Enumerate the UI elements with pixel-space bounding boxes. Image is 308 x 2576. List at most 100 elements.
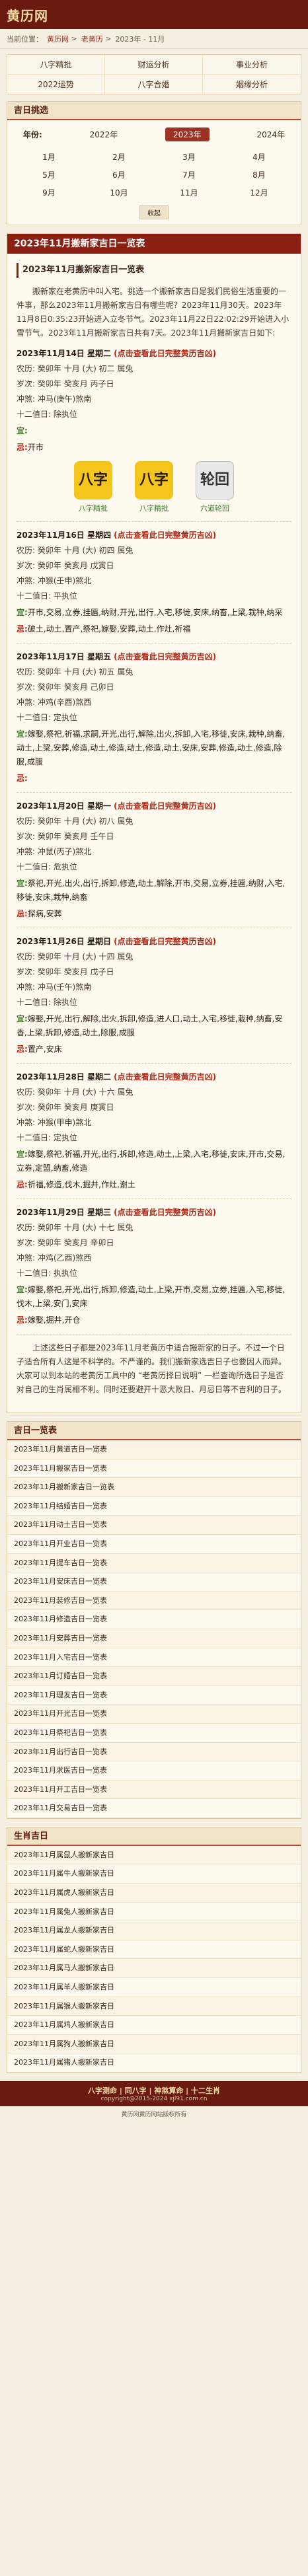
jiri-list-item[interactable]: 2023年11月开光吉日一览表 bbox=[7, 1705, 301, 1724]
promo-app[interactable]: 八字 八字精批 bbox=[135, 460, 173, 515]
day-nongli: 农历: 癸卯年 十月 (大) 初八 属兔 bbox=[17, 815, 291, 828]
jiri-list-item[interactable]: 2023年11月入宅吉日一览表 bbox=[7, 1648, 301, 1668]
jiri-list-item[interactable]: 2023年11月安葬吉日一览表 bbox=[7, 1629, 301, 1648]
shengxiao-list-item[interactable]: 2023年11月属鸡人搬新家吉日 bbox=[7, 2016, 301, 2035]
jiri-list-item[interactable]: 2023年11月订婚吉日一览表 bbox=[7, 1667, 301, 1686]
year-2023-selected[interactable]: 2023年 bbox=[165, 127, 210, 141]
day-nongli-label: 农历: bbox=[17, 1223, 36, 1232]
day-date: 2023年11月16日 星期四 bbox=[17, 531, 111, 540]
day-zhishen: 十二值日: 平执位 bbox=[17, 589, 291, 603]
article-title: 2023年11月搬新家吉日一览表 bbox=[7, 234, 301, 254]
day-detail-link[interactable]: (点击查看此日完整黄历吉凶) bbox=[114, 937, 216, 946]
shengxiao-list-item[interactable]: 2023年11月属猪人搬新家吉日 bbox=[7, 2053, 301, 2073]
month-2[interactable]: 2月 bbox=[84, 148, 154, 166]
day-ji-label: 忌: bbox=[17, 1180, 28, 1189]
breadcrumb-home[interactable]: 黄历网 bbox=[47, 34, 69, 44]
shengxiao-list-item[interactable]: 2023年11月属蛇人搬新家吉日 bbox=[7, 1940, 301, 1960]
month-12[interactable]: 12月 bbox=[224, 184, 294, 202]
day-detail-link[interactable]: (点击查看此日完整黄历吉凶) bbox=[114, 1208, 216, 1217]
day-chongsha-value: 冲鸡(辛酉)煞西 bbox=[37, 698, 92, 707]
day-detail-link[interactable]: (点击查看此日完整黄历吉凶) bbox=[114, 531, 216, 540]
jiri-list-item[interactable]: 2023年11月装修吉日一览表 bbox=[7, 1591, 301, 1611]
shengxiao-list-item[interactable]: 2023年11月属马人搬新家吉日 bbox=[7, 1959, 301, 1979]
jiri-list-item[interactable]: 2023年11月开工吉日一览表 bbox=[7, 1780, 301, 1800]
jiri-list-item[interactable]: 2023年11月搬新家吉日一览表 bbox=[7, 1478, 301, 1497]
nav-bazi-hehun[interactable]: 八字合婚 bbox=[105, 75, 203, 94]
jiri-list-item[interactable]: 2023年11月黄道吉日一览表 bbox=[7, 1440, 301, 1459]
month-10[interactable]: 10月 bbox=[84, 184, 154, 202]
day-ji-label: 忌: bbox=[17, 1045, 28, 1054]
nav-yinyuan-fenxi[interactable]: 姻缘分析 bbox=[203, 75, 301, 94]
month-8[interactable]: 8月 bbox=[224, 166, 294, 184]
footer-links[interactable]: 八字测命 | 同八字 | 神煞算命 | 十二生肖 bbox=[0, 2085, 308, 2096]
day-block: 2023年11月16日 星期四 (点击查看此日完整黄历吉凶) 农历: 癸卯年 十月… bbox=[17, 529, 291, 636]
footer-copyright: copyright@2015-2024 xjl91.com.cn bbox=[100, 2096, 208, 2102]
shengxiao-list-item[interactable]: 2023年11月属牛人搬新家吉日 bbox=[7, 1864, 301, 1884]
month-1[interactable]: 1月 bbox=[14, 148, 84, 166]
collapse-button[interactable]: 收起 bbox=[139, 205, 169, 219]
day-yi: 宜:嫁娶,祭祀,祈福,求嗣,开光,出行,解除,出火,拆卸,入宅,移徙,安床,栽种… bbox=[17, 727, 291, 769]
day-nongli-value: 癸卯年 十月 (大) 十四 属兔 bbox=[37, 952, 134, 961]
jiri-list-item[interactable]: 2023年11月结婚吉日一览表 bbox=[7, 1497, 301, 1516]
jiri-list-item[interactable]: 2023年11月修造吉日一览表 bbox=[7, 1610, 301, 1629]
jiri-list-item[interactable]: 2023年11月提车吉日一览表 bbox=[7, 1553, 301, 1573]
jiri-list-item[interactable]: 2023年11月搬家吉日一览表 bbox=[7, 1459, 301, 1479]
day-nongli-value: 癸卯年 十月 (大) 初四 属兔 bbox=[37, 546, 134, 555]
promo-app[interactable]: 轮回 六道轮回 bbox=[196, 460, 234, 515]
promo-app-icon: 轮回 bbox=[196, 460, 234, 499]
month-4[interactable]: 4月 bbox=[224, 148, 294, 166]
day-suici: 岁次: 癸卯年 癸亥月 丙子日 bbox=[17, 377, 291, 391]
nav-shiye-fenxi[interactable]: 事业分析 bbox=[203, 55, 301, 75]
divider bbox=[17, 521, 291, 522]
day-zhishen-value: 除执位 bbox=[53, 409, 77, 419]
shengxiao-list-item[interactable]: 2023年11月属猴人搬新家吉日 bbox=[7, 1997, 301, 2016]
day-detail-link[interactable]: (点击查看此日完整黄历吉凶) bbox=[114, 1072, 216, 1082]
month-6[interactable]: 6月 bbox=[84, 166, 154, 184]
year-2024[interactable]: 2024年 bbox=[256, 129, 285, 140]
month-3[interactable]: 3月 bbox=[154, 148, 224, 166]
shengxiao-list-item[interactable]: 2023年11月属虎人搬新家吉日 bbox=[7, 1884, 301, 1903]
day-zhishen-label: 十二值日: bbox=[17, 591, 52, 601]
month-9[interactable]: 9月 bbox=[14, 184, 84, 202]
day-zhishen: 十二值日: 定执位 bbox=[17, 1131, 291, 1145]
site-logo[interactable]: 黄历网 bbox=[7, 5, 48, 24]
day-chongsha: 冲煞: 冲鸡(辛酉)煞西 bbox=[17, 696, 291, 710]
day-detail-link[interactable]: (点击查看此日完整黄历吉凶) bbox=[114, 349, 216, 358]
nav-caiyun-fenxi[interactable]: 财运分析 bbox=[105, 55, 203, 75]
month-11[interactable]: 11月 bbox=[154, 184, 224, 202]
jiri-list-item[interactable]: 2023年11月祭祀吉日一览表 bbox=[7, 1724, 301, 1743]
shengxiao-list-item[interactable]: 2023年11月属鼠人搬新家吉日 bbox=[7, 1845, 301, 1865]
day-ji-value: 祈福,修造,伐木,掘井,作灶,谢土 bbox=[27, 1180, 135, 1189]
jiri-picker: 吉日挑选 年份: 2022年 2023年 2024年 1月 2月 3月 4月 5… bbox=[7, 101, 301, 225]
breadcrumb-section[interactable]: 老黄历 bbox=[81, 34, 103, 44]
year-2022[interactable]: 2022年 bbox=[90, 129, 118, 140]
divider bbox=[17, 1063, 291, 1064]
shengxiao-list-item[interactable]: 2023年11月属狗人搬新家吉日 bbox=[7, 2034, 301, 2054]
divider bbox=[17, 792, 291, 793]
jiri-list-item[interactable]: 2023年11月安床吉日一览表 bbox=[7, 1572, 301, 1592]
jiri-list-item[interactable]: 2023年11月交易吉日一览表 bbox=[7, 1799, 301, 1818]
day-chongsha: 冲煞: 冲猴(甲申)煞北 bbox=[17, 1116, 291, 1130]
day-yi: 宜:嫁娶,开光,出行,解除,出火,拆卸,修造,进人口,动土,入宅,移徙,栽种,纳… bbox=[17, 1012, 291, 1040]
month-7[interactable]: 7月 bbox=[154, 166, 224, 184]
jiri-list-item[interactable]: 2023年11月动土吉日一览表 bbox=[7, 1516, 301, 1535]
promo-app[interactable]: 八字 八字精批 bbox=[74, 460, 112, 515]
month-5[interactable]: 5月 bbox=[14, 166, 84, 184]
site-footer: 八字测命 | 同八字 | 神煞算命 | 十二生肖 copyright@2015-… bbox=[0, 2081, 308, 2106]
feature-nav: 八字精批 财运分析 事业分析 2022运势 八字合婚 姻缘分析 bbox=[7, 54, 301, 94]
jiri-list-item[interactable]: 2023年11月开业吉日一览表 bbox=[7, 1535, 301, 1554]
day-detail-link[interactable]: (点击查看此日完整黄历吉凶) bbox=[114, 801, 216, 811]
nav-bazi-jingpi[interactable]: 八字精批 bbox=[7, 55, 105, 75]
day-zhishen: 十二值日: 除执位 bbox=[17, 408, 291, 422]
day-ji: 忌:破土,动土,置产,祭祀,嫁娶,安葬,动土,作灶,祈福 bbox=[17, 622, 291, 636]
jiri-list-item[interactable]: 2023年11月出行吉日一览表 bbox=[7, 1742, 301, 1762]
day-detail-link[interactable]: (点击查看此日完整黄历吉凶) bbox=[114, 652, 216, 661]
jiri-list-item[interactable]: 2023年11月求医吉日一览表 bbox=[7, 1761, 301, 1781]
shengxiao-list-item[interactable]: 2023年11月属龙人搬新家吉日 bbox=[7, 1921, 301, 1940]
nav-2022-yunshi[interactable]: 2022运势 bbox=[7, 75, 105, 94]
shengxiao-list-item[interactable]: 2023年11月属羊人搬新家吉日 bbox=[7, 1978, 301, 1997]
jiri-list-item[interactable]: 2023年11月理发吉日一览表 bbox=[7, 1686, 301, 1705]
day-yi-value: 嫁娶,祭祀,祈福,开光,出行,拆卸,修造,动土,上梁,入宅,移徙,安床,开市,交… bbox=[17, 1150, 286, 1173]
shengxiao-list-item[interactable]: 2023年11月属兔人搬新家吉日 bbox=[7, 1903, 301, 1922]
day-yi: 宜:祭祀,开光,出火,出行,拆卸,修造,动土,解除,开市,交易,立券,挂匾,纳财… bbox=[17, 877, 291, 904]
